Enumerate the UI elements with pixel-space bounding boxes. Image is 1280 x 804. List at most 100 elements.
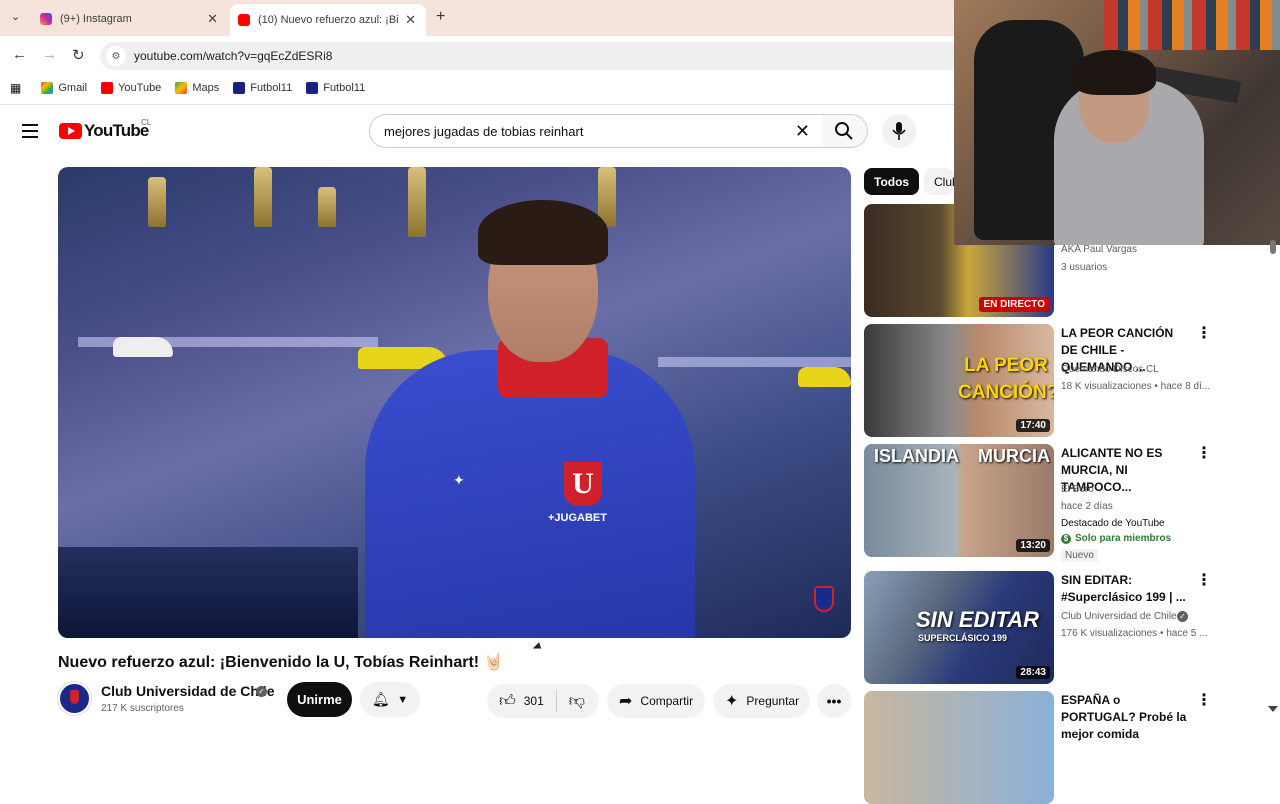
bookmark-youtube[interactable]: YouTube <box>101 82 161 94</box>
related-meta: 3 usuarios <box>1061 262 1108 273</box>
related-channel[interactable]: AKA Paul Vargas <box>1061 244 1137 255</box>
clear-search-icon[interactable]: ✕ <box>795 121 810 142</box>
voice-search-button[interactable] <box>882 114 916 148</box>
futbol11-icon <box>306 82 319 94</box>
live-badge: EN DIRECTO <box>978 297 1050 312</box>
new-tab-icon[interactable]: + <box>436 8 445 26</box>
bookmark-gmail[interactable]: Gmail <box>41 82 87 94</box>
url-text: youtube.com/watch?v=gqEcZdESRi8 <box>134 49 333 63</box>
menu-icon[interactable] <box>22 124 38 138</box>
sponsor-logo: +JUGABET <box>548 512 607 524</box>
scrollbar-thumb[interactable] <box>1270 240 1276 254</box>
thumbnail-caption: LA PEOR CANCIÓN? <box>958 355 1054 403</box>
more-vertical-icon[interactable]: ⋮ <box>1196 693 1212 709</box>
video-title: Nuevo refuerzo azul: ¡Bienvenido la U, T… <box>58 654 504 671</box>
related-channel[interactable]: El Boro <box>1061 484 1094 495</box>
ask-button[interactable]: ✦ Preguntar <box>713 684 810 718</box>
join-button[interactable]: Unirme <box>287 682 352 717</box>
reload-icon[interactable]: ↻ <box>72 46 85 64</box>
duration-badge: 17:40 <box>1016 419 1050 432</box>
trophy <box>318 187 336 227</box>
related-channel[interactable]: Quemando Discos CL <box>1061 364 1159 375</box>
related-video-thumbnail[interactable]: ISLANDIA MURCIA 13:20 <box>864 444 1054 557</box>
display-boxes <box>58 547 358 638</box>
bookmark-futbol11[interactable]: Futbol11 <box>233 82 292 94</box>
display-shelf <box>658 357 851 367</box>
close-tab-icon[interactable]: ✕ <box>405 12 416 28</box>
related-title[interactable]: SIN EDITAR: #Superclásico 199 | ... <box>1061 572 1193 606</box>
related-channel[interactable]: Club Universidad de Chile <box>1061 611 1177 622</box>
like-icon[interactable]: 👍︎ <box>499 692 516 711</box>
microphone-icon <box>892 122 906 140</box>
channel-name[interactable]: Club Universidad de Chile <box>101 683 274 699</box>
tab-youtube[interactable]: (10) Nuevo refuerzo azul: ¡Bienv ✕ <box>230 4 426 36</box>
related-title[interactable]: ESPAÑA o PORTUGAL? Probé la mejor comida <box>1061 692 1197 743</box>
video-player[interactable]: U +JUGABET ✦ <box>58 167 851 638</box>
channel-watermark[interactable] <box>814 586 834 612</box>
chevron-down-icon: ▼ <box>397 693 409 706</box>
new-badge: Nuevo <box>1061 549 1098 562</box>
tab-title: (9+) Instagram <box>60 13 132 25</box>
club-crest: U <box>564 462 602 506</box>
duration-badge: 28:43 <box>1016 666 1050 679</box>
thumbnail-caption-left: ISLANDIA <box>874 446 959 466</box>
close-tab-icon[interactable]: ✕ <box>207 11 218 27</box>
subscriber-count: 217 K suscriptores <box>101 703 184 714</box>
thumbnail-caption-right: MURCIA <box>978 446 1050 466</box>
bookmark-maps[interactable]: Maps <box>175 82 219 94</box>
featured-label: Destacado de YouTube <box>1061 518 1165 529</box>
youtube-tab-icon <box>238 14 250 26</box>
verified-icon: ✓ <box>1177 611 1188 622</box>
instagram-icon <box>40 13 52 25</box>
more-horizontal-icon: ••• <box>826 693 842 709</box>
related-meta: 18 K visualizaciones • hace 8 dí... <box>1061 381 1211 392</box>
search-button[interactable] <box>822 114 868 148</box>
youtube-logo[interactable]: YouTube CL <box>59 118 152 141</box>
like-separator <box>555 690 557 712</box>
members-icon: $ <box>1061 533 1071 544</box>
youtube-play-icon <box>59 123 82 139</box>
related-video-thumbnail[interactable]: LA PEOR CANCIÓN? 17:40 <box>864 324 1054 437</box>
bookmark-futbol11-2[interactable]: Futbol11 <box>306 82 365 94</box>
chip-club[interactable]: Club <box>924 168 954 195</box>
bell-icon: 🔔︎ <box>371 691 390 707</box>
more-vertical-icon[interactable]: ⋮ <box>1196 446 1212 462</box>
apps-grid-icon[interactable]: ▦ <box>10 81 21 95</box>
white-boot <box>113 337 173 357</box>
search-icon <box>835 122 853 140</box>
chip-todos[interactable]: Todos <box>864 168 920 195</box>
scroll-down-arrow-icon[interactable] <box>1268 706 1278 712</box>
dislike-icon[interactable]: 👎︎ <box>569 692 585 711</box>
search-input[interactable]: mejores jugadas de tobias reinhart ✕ <box>369 114 823 148</box>
search-query: mejores jugadas de tobias reinhart <box>384 123 584 139</box>
forward-icon[interactable]: → <box>42 46 57 63</box>
share-button[interactable]: ➦ Compartir <box>607 684 705 718</box>
related-meta: 176 K visualizaciones • hace 5 ... <box>1061 628 1208 639</box>
trophy <box>408 167 426 237</box>
yellow-boot <box>798 367 851 387</box>
related-meta: hace 2 días <box>1061 501 1113 512</box>
tab-search-dropdown-icon[interactable]: ⌄ <box>11 10 20 23</box>
related-video-thumbnail[interactable] <box>864 691 1054 804</box>
share-icon: ➦ <box>619 693 633 710</box>
like-count[interactable]: 301 <box>524 694 544 708</box>
more-actions-button[interactable]: ••• <box>817 684 851 718</box>
player-hair <box>478 200 608 265</box>
duration-badge: 13:20 <box>1016 539 1050 552</box>
tab-instagram[interactable]: (9+) Instagram ✕ <box>32 6 228 32</box>
subscription-bell-button[interactable]: 🔔︎ ▼ <box>360 682 420 717</box>
verified-icon: ✓ <box>256 686 267 697</box>
related-video-thumbnail[interactable]: SIN EDITAR SUPERCLÁSICO 199 28:43 <box>864 571 1054 684</box>
country-code: CL <box>141 118 152 127</box>
back-icon[interactable]: ← <box>12 46 27 63</box>
wall-jerseys <box>1104 0 1280 50</box>
more-vertical-icon[interactable]: ⋮ <box>1196 326 1212 342</box>
site-info-icon[interactable]: ⚙ <box>106 46 126 66</box>
gmail-icon <box>41 82 54 94</box>
mouse-cursor <box>532 642 544 653</box>
sparkle-icon: ✦ <box>725 693 739 710</box>
thumbnail-subcaption: SUPERCLÁSICO 199 <box>918 633 1008 643</box>
channel-avatar[interactable] <box>58 682 91 715</box>
webcam-overlay <box>954 0 1280 245</box>
more-vertical-icon[interactable]: ⋮ <box>1196 573 1212 589</box>
